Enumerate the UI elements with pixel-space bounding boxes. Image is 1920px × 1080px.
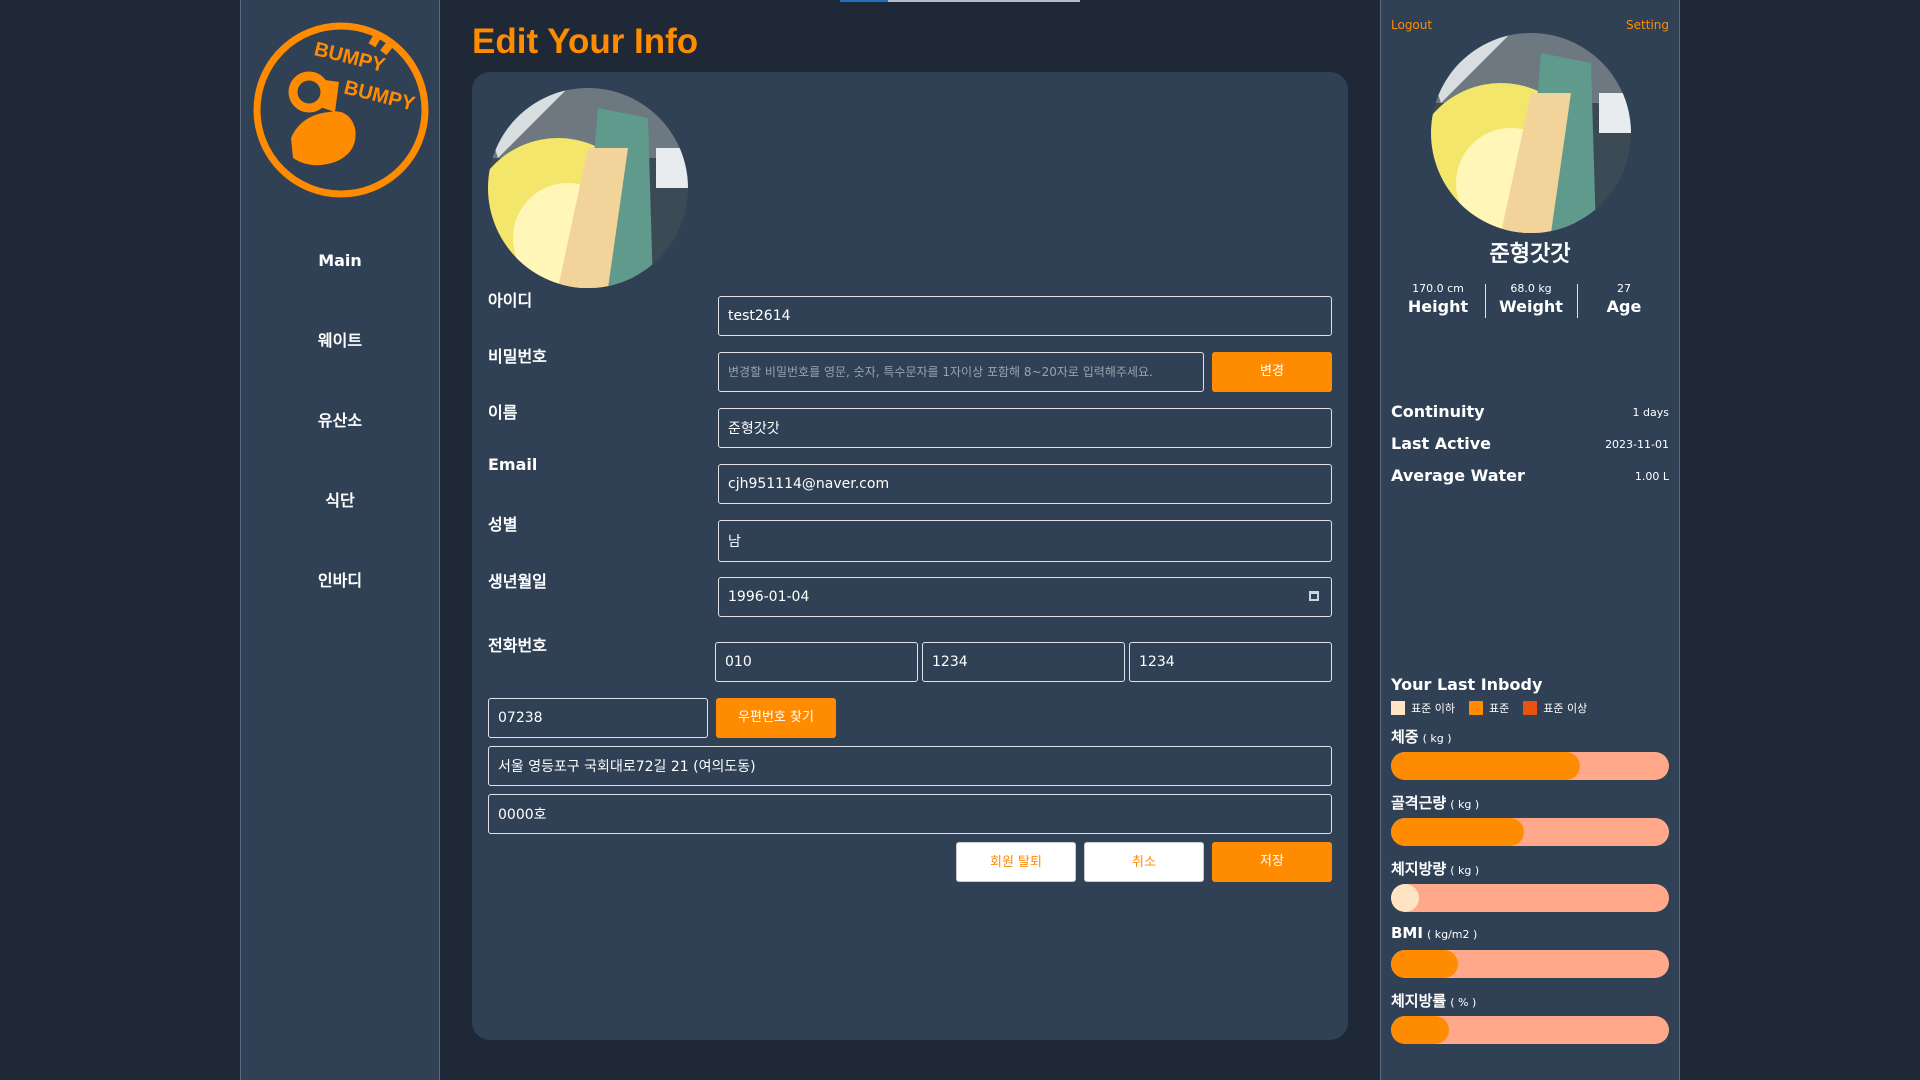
phone-field-1[interactable] <box>715 642 918 682</box>
legend-item-above: 표준 이상 <box>1523 700 1587 716</box>
inbody-title: Your Last Inbody <box>1391 675 1543 694</box>
legend-item-standard: 표준 <box>1468 700 1510 716</box>
weight-value: 68.0 kg <box>1510 282 1552 295</box>
inbody-bar-label: 체중( kg ) <box>1391 726 1452 747</box>
address-detail-field[interactable] <box>488 794 1332 834</box>
name-field[interactable] <box>718 408 1332 448</box>
phone-label: 전화번호 <box>488 636 547 655</box>
age-label: Age <box>1606 297 1642 316</box>
bar-label-unit: ( kg/m2 ) <box>1426 928 1478 941</box>
bar-label-unit: ( kg ) <box>1422 732 1452 745</box>
bar-label-text: 골격근량 <box>1391 794 1447 812</box>
calendar-icon[interactable] <box>1309 591 1319 601</box>
last-active-label: Last Active <box>1391 434 1492 453</box>
profile-avatar <box>1431 33 1631 233</box>
address-field[interactable] <box>488 746 1332 786</box>
last-active-value: 2023-11-01 <box>1605 438 1669 451</box>
phone-field-3[interactable] <box>1129 642 1332 682</box>
profile-name: 준형갓갓 <box>1489 242 1571 267</box>
top-progress-active <box>840 0 888 2</box>
logout-link[interactable]: Logout <box>1391 18 1432 32</box>
weight-label: Weight <box>1499 297 1563 316</box>
top-progress-line <box>840 0 1080 2</box>
email-field[interactable] <box>718 464 1332 504</box>
birthdate-label: 생년월일 <box>488 572 547 591</box>
id-label: 아이디 <box>488 291 533 310</box>
inbody-bar-label: 골격근량( kg ) <box>1391 792 1479 813</box>
password-label: 비밀번호 <box>488 347 547 366</box>
bar-fill <box>1391 818 1525 846</box>
bar-label-unit: ( % ) <box>1450 996 1477 1009</box>
logo-text-2: BUMPY <box>342 77 418 116</box>
edit-info-card: 아이디 비밀번호 변경 이름 Email 성별 생년월일 1996-01-04 … <box>472 72 1348 1040</box>
nav-item-weight[interactable]: 웨이트 <box>241 320 439 400</box>
height-value: 170.0 cm <box>1412 282 1464 295</box>
inbody-bar-bmi <box>1391 950 1669 978</box>
bumpy-logo[interactable]: BUMPY BUMPY <box>251 20 431 200</box>
id-field[interactable] <box>718 296 1332 336</box>
phone-field-2[interactable] <box>922 642 1125 682</box>
email-label: Email <box>488 455 538 474</box>
name-label: 이름 <box>488 403 518 422</box>
nav-item-inbody[interactable]: 인바디 <box>241 560 439 640</box>
avg-water-label: Average Water <box>1391 466 1525 485</box>
age-stat: 27 Age <box>1579 282 1669 316</box>
inbody-bar-muscle <box>1391 818 1669 846</box>
weight-stat: 68.0 kg Weight <box>1486 282 1576 316</box>
main-nav: Main 웨이트 유산소 식단 인바디 <box>241 240 439 640</box>
continuity-value: 1 days <box>1632 406 1669 419</box>
stat-divider <box>1577 284 1578 318</box>
birthdate-value: 1996-01-04 <box>728 589 810 605</box>
legend-label: 표준 이상 <box>1543 702 1588 715</box>
password-field[interactable] <box>718 352 1204 392</box>
password-change-button[interactable]: 변경 <box>1212 352 1332 392</box>
age-value: 27 <box>1617 282 1631 295</box>
profile-photo-image <box>488 88 688 288</box>
bar-fill <box>1391 752 1581 780</box>
inbody-bar-fat-percent <box>1391 1016 1669 1044</box>
setting-link[interactable]: Setting <box>1626 18 1669 32</box>
bar-label-unit: ( kg ) <box>1450 798 1480 811</box>
inbody-legend: 표준 이하 표준 표준 이상 <box>1391 700 1587 716</box>
page-title: Edit Your Info <box>472 22 699 61</box>
legend-label: 표준 <box>1488 702 1510 715</box>
bar-fill <box>1391 1016 1450 1044</box>
inbody-bar-weight <box>1391 752 1669 780</box>
bar-label-text: 체지방률 <box>1391 992 1447 1010</box>
zipcode-field[interactable] <box>488 698 708 738</box>
profile-avatar-image <box>1431 33 1631 233</box>
bar-fill <box>1391 884 1419 912</box>
nav-item-main[interactable]: Main <box>241 240 439 320</box>
bar-label-text: BMI <box>1391 924 1423 942</box>
height-label: Height <box>1407 297 1469 316</box>
gender-label: 성별 <box>488 515 518 534</box>
inbody-bar-label: BMI( kg/m2 ) <box>1391 924 1477 942</box>
legend-swatch <box>1391 701 1405 715</box>
profile-panel: Logout Setting 준형갓갓 170.0 cm Height 68.0… <box>1380 0 1680 1080</box>
bar-label-text: 체지방량 <box>1391 860 1447 878</box>
legend-swatch <box>1468 701 1483 715</box>
legend-label: 표준 이하 <box>1411 702 1455 715</box>
bar-label-text: 체중 <box>1391 728 1419 746</box>
inbody-bar-fat-mass <box>1391 884 1669 912</box>
find-zipcode-button[interactable]: 우편번호 찾기 <box>716 698 836 738</box>
inbody-bar-label: 체지방률( % ) <box>1391 990 1476 1011</box>
profile-photo[interactable] <box>488 88 688 288</box>
gender-field[interactable] <box>718 520 1332 562</box>
nav-item-diet[interactable]: 식단 <box>241 480 439 560</box>
withdraw-button[interactable]: 회원 탈퇴 <box>956 842 1076 882</box>
nav-item-cardio[interactable]: 유산소 <box>241 400 439 480</box>
cancel-button[interactable]: 취소 <box>1084 842 1204 882</box>
legend-swatch <box>1523 701 1538 715</box>
save-button[interactable]: 저장 <box>1212 842 1332 882</box>
height-stat: 170.0 cm Height <box>1393 282 1483 316</box>
bar-label-unit: ( kg ) <box>1450 864 1480 877</box>
sidebar: BUMPY BUMPY Main 웨이트 유산소 식단 인바디 <box>240 0 440 1080</box>
birthdate-field[interactable]: 1996-01-04 <box>718 577 1332 617</box>
continuity-label: Continuity <box>1391 402 1485 421</box>
inbody-bar-label: 체지방량( kg ) <box>1391 858 1479 879</box>
avg-water-value: 1.00 L <box>1634 470 1669 483</box>
bar-fill <box>1391 950 1458 978</box>
legend-item-below: 표준 이하 <box>1391 700 1455 716</box>
